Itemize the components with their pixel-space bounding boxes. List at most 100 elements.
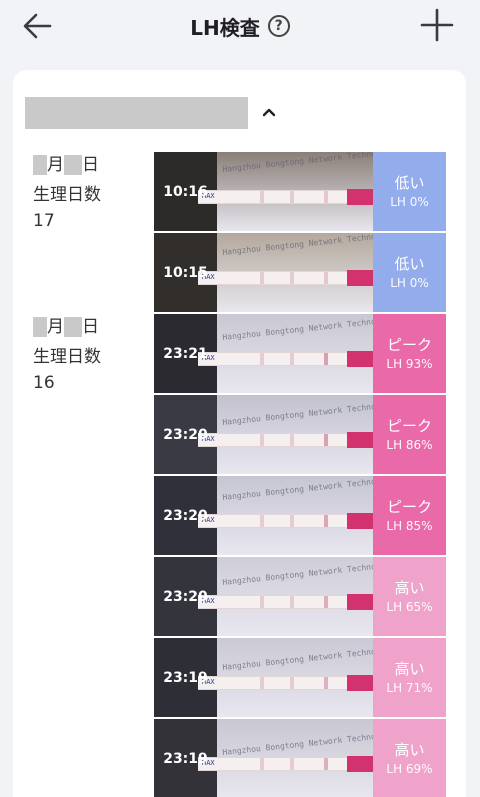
test-strip-photo[interactable]: Hangzhou Bongtong Network Technology MAX 2… (154, 314, 373, 393)
test-result-badge[interactable]: ピーク LH 85% (373, 476, 446, 555)
strip-line (290, 596, 294, 608)
test-strip (198, 513, 373, 529)
result-lh-value: LH 65% (386, 599, 433, 614)
test-row[interactable]: Hangzhou Bongtong Network Technology MAX 2… (154, 638, 446, 717)
day-suffix: 日 (82, 317, 99, 337)
test-strip (198, 432, 373, 448)
strip-line (324, 272, 328, 284)
date-line: 月 日 (33, 152, 101, 178)
test-result-badge[interactable]: ピーク LH 86% (373, 395, 446, 474)
result-lh-value: LH 85% (386, 518, 433, 533)
result-status: ピーク (386, 335, 432, 354)
test-row[interactable]: Hangzhou Bongtong Network Technology MAX 1… (154, 152, 446, 231)
test-strip-photo[interactable]: Hangzhou Bongtong Network Technology MAX 1… (154, 152, 373, 231)
result-status: 高い (394, 578, 425, 597)
test-result-badge[interactable]: 高い LH 65% (373, 557, 446, 636)
strip-line (260, 515, 264, 527)
strip-line (260, 353, 264, 365)
app-header: LH検査 ? (0, 0, 480, 60)
plus-icon (420, 8, 454, 42)
test-row[interactable]: Hangzhou Bongtong Network Technology MAX 2… (154, 557, 446, 636)
strip-handle (347, 675, 373, 691)
result-lh-value: LH 86% (386, 437, 433, 452)
collapse-button[interactable] (259, 102, 279, 122)
test-strip-photo[interactable]: Hangzhou Bongtong Network Technology MAX 2… (154, 719, 373, 797)
strip-line (324, 434, 328, 446)
strip-line (324, 596, 328, 608)
result-lh-value: LH 93% (386, 356, 433, 371)
result-lh-value: LH 0% (390, 275, 429, 290)
strip-handle (347, 351, 373, 367)
redacted-day (64, 155, 82, 175)
test-time: 10:15 (163, 264, 208, 281)
month-suffix: 月 (47, 155, 64, 175)
test-strip (198, 675, 373, 691)
strip-line (290, 677, 294, 689)
test-time: 23:20 (163, 426, 208, 443)
result-lh-value: LH 71% (386, 680, 433, 695)
strip-handle (347, 513, 373, 529)
result-status: 低い (394, 254, 425, 273)
day-group-label: 月 日 生理日数 17 (33, 152, 101, 234)
month-header-redacted (25, 97, 248, 129)
strip-line (290, 191, 294, 203)
help-icon[interactable]: ? (267, 15, 290, 37)
result-status: ピーク (386, 416, 432, 435)
strip-line (260, 758, 264, 770)
test-row[interactable]: Hangzhou Bongtong Network Technology MAX 2… (154, 314, 446, 393)
strip-line (260, 596, 264, 608)
result-status: 高い (394, 659, 425, 678)
test-strip-photo[interactable]: Hangzhou Bongtong Network Technology MAX 2… (154, 395, 373, 474)
month-suffix: 月 (47, 317, 64, 337)
test-list: Hangzhou Bongtong Network Technology MAX 1… (154, 152, 446, 797)
test-result-badge[interactable]: 低い LH 0% (373, 233, 446, 312)
cycle-day-value: 16 (33, 373, 55, 393)
test-row[interactable]: Hangzhou Bongtong Network Technology MAX 1… (154, 233, 446, 312)
test-strip-photo[interactable]: Hangzhou Bongtong Network Technology MAX 2… (154, 638, 373, 717)
test-time: 23:20 (163, 507, 208, 524)
day-group-label: 月 日 生理日数 16 (33, 314, 101, 396)
strip-line (290, 434, 294, 446)
strip-line (290, 515, 294, 527)
test-result-badge[interactable]: ピーク LH 93% (373, 314, 446, 393)
strip-handle (347, 189, 373, 205)
test-time: 23:20 (163, 588, 208, 605)
chevron-up-icon (262, 108, 276, 117)
redacted-day (64, 317, 82, 337)
test-row[interactable]: Hangzhou Bongtong Network Technology MAX 2… (154, 476, 446, 555)
add-test-button[interactable] (418, 6, 456, 44)
strip-handle (347, 756, 373, 772)
day-suffix: 日 (82, 155, 99, 175)
test-result-badge[interactable]: 高い LH 71% (373, 638, 446, 717)
redacted-month (33, 155, 47, 175)
cycle-day-label: 生理日数 (33, 347, 101, 367)
test-result-badge[interactable]: 高い LH 69% (373, 719, 446, 797)
test-time: 23:21 (163, 345, 208, 362)
test-row[interactable]: Hangzhou Bongtong Network Technology MAX 2… (154, 395, 446, 474)
date-line: 月 日 (33, 314, 101, 340)
strip-line (324, 353, 328, 365)
test-strip (198, 351, 373, 367)
result-status: 高い (394, 740, 425, 759)
test-strip (198, 270, 373, 286)
test-strip-photo[interactable]: Hangzhou Bongtong Network Technology MAX 2… (154, 476, 373, 555)
test-row[interactable]: Hangzhou Bongtong Network Technology MAX 2… (154, 719, 446, 797)
strip-line (260, 434, 264, 446)
strip-line (260, 677, 264, 689)
strip-line (324, 515, 328, 527)
result-status: 低い (394, 173, 425, 192)
test-strip-photo[interactable]: Hangzhou Bongtong Network Technology MAX 2… (154, 557, 373, 636)
test-result-badge[interactable]: 低い LH 0% (373, 152, 446, 231)
strip-line (260, 272, 264, 284)
result-lh-value: LH 69% (386, 761, 433, 776)
test-strip (198, 756, 373, 772)
test-time: 23:19 (163, 669, 208, 686)
test-strip-photo[interactable]: Hangzhou Bongtong Network Technology MAX 1… (154, 233, 373, 312)
redacted-month (33, 317, 47, 337)
test-strip (198, 189, 373, 205)
strip-line (324, 758, 328, 770)
strip-handle (347, 270, 373, 286)
strip-line (324, 191, 328, 203)
cycle-day-label: 生理日数 (33, 185, 101, 205)
page-title: LH検査 (190, 15, 260, 40)
